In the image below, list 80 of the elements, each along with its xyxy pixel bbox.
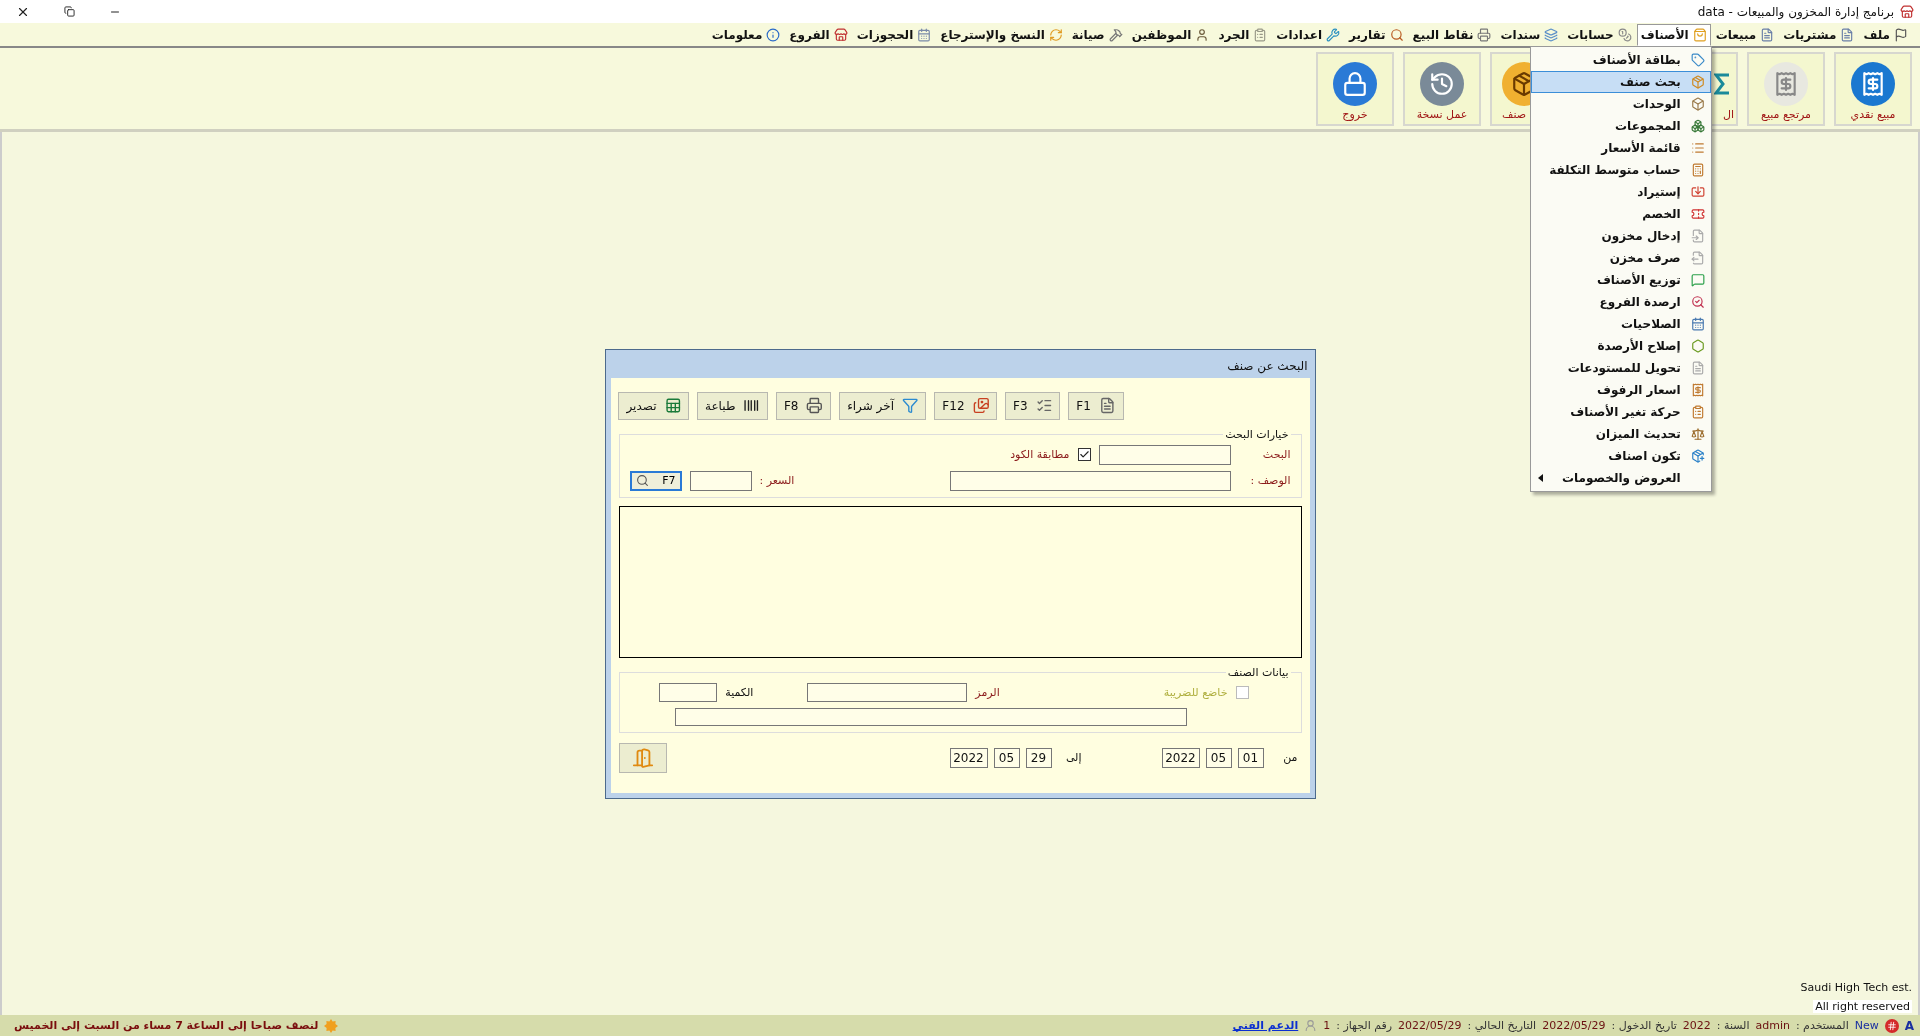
status-value: 2022 [1682, 1019, 1711, 1032]
status-text: New [1854, 1019, 1879, 1032]
status-label: السنة : [1716, 1019, 1750, 1032]
menu-item[interactable]: تقارير [1345, 23, 1408, 46]
dropdown-item[interactable]: توزيع الأصناف [1530, 268, 1711, 291]
dropdown-item[interactable]: بحث صنف [1530, 70, 1711, 93]
dropdown-item[interactable]: تحويل للمستودعات [1530, 356, 1711, 379]
status-label: المستخدم : [1795, 1019, 1849, 1032]
menu-item[interactable]: ملف [1859, 23, 1912, 46]
menu-item[interactable]: صيانة [1067, 23, 1127, 46]
field-label: البحث [1261, 448, 1291, 461]
field-label: الكمية [725, 685, 754, 699]
toolbar-button[interactable]: خروج [1316, 51, 1394, 126]
toolbar-button[interactable]: F8 [775, 391, 832, 420]
menu-item[interactable]: الأصناف [1636, 23, 1711, 46]
toolbar-button[interactable]: مرتجع مبيع [1747, 51, 1825, 126]
month-field[interactable]: 05 [993, 747, 1020, 768]
dropdown-item[interactable]: الصلاحيات [1530, 312, 1711, 335]
toolbar-button[interactable]: آخر شراء [839, 391, 927, 420]
group-legend: خيارات البحث [1223, 427, 1291, 441]
field-label: الوصف : [1249, 474, 1291, 487]
menu-item[interactable]: مشتريات [1779, 23, 1859, 46]
menu-item[interactable]: اعدادات [1272, 23, 1345, 46]
menu-item[interactable]: مبيعات [1711, 23, 1779, 46]
status-value: 1 [1323, 1019, 1331, 1032]
dropdown-item[interactable]: الخصم [1530, 202, 1711, 225]
rights-text: All right reserved [1813, 1000, 1912, 1013]
dropdown-item[interactable]: حركة تغير الأصناف [1530, 400, 1711, 423]
status-label: تاريخ الدخول : [1611, 1019, 1677, 1032]
status-label: التاريخ الحالي : [1467, 1019, 1537, 1032]
mode-indicator: A [1904, 1018, 1914, 1033]
status-value: 2022/05/29 [1542, 1019, 1606, 1032]
toolbar-button[interactable]: طباعة [697, 391, 768, 420]
dropdown-item[interactable]: ارصدة الفروع [1530, 290, 1711, 313]
dropdown-item[interactable]: صرف مخزن [1530, 246, 1711, 269]
dropdown-item[interactable]: تحديث الميزان [1530, 422, 1711, 445]
dropdown-item[interactable]: قائمة الأسعار [1530, 136, 1711, 159]
checkbox-label: مطابقة الكود [1010, 448, 1070, 461]
year-field[interactable]: 2022 [1161, 747, 1200, 768]
dropdown-item[interactable]: تكون اصناف [1530, 444, 1711, 467]
field-label: الرمز [975, 685, 1000, 699]
group-legend: بيانات الصنف [1225, 665, 1291, 679]
menu-item[interactable]: الفروع [785, 23, 852, 46]
dialog-title: البحث عن صنف [1227, 358, 1308, 373]
checkbox-label: خاضع للضريبة [1163, 685, 1228, 699]
menu-item[interactable]: معلومات [707, 23, 785, 46]
search-button[interactable]: F7 [629, 470, 682, 491]
status-value: 2022/05/29 [1398, 1019, 1462, 1032]
day-field[interactable]: 01 [1237, 747, 1264, 768]
dropdown-item[interactable]: اسعار الرفوف [1530, 378, 1711, 401]
dropdown-item[interactable]: إستيراد [1530, 180, 1711, 203]
menu-item[interactable]: النسخ والإسترجاع [936, 23, 1067, 46]
dropdown-item[interactable]: العروض والخصومات [1530, 466, 1711, 489]
toolbar-button[interactable]: F3 [1005, 391, 1061, 420]
dropdown-item[interactable]: إدخال مخزون [1530, 224, 1711, 247]
field-label: السعر : [759, 474, 795, 487]
day-field[interactable]: 29 [1025, 747, 1052, 768]
dropdown-item[interactable]: إصلاح الأرصدة [1530, 334, 1711, 357]
menu-item[interactable]: نقاط البيع [1408, 23, 1496, 46]
toolbar-button[interactable]: F12 [934, 391, 998, 420]
status-label: رقم الجهاز : [1336, 1019, 1393, 1032]
menu-item[interactable]: سندات [1496, 23, 1563, 46]
toolbar-button[interactable]: عمل نسخة [1403, 51, 1481, 126]
dropdown-item[interactable]: حساب متوسط التكلفة [1530, 158, 1711, 181]
month-field[interactable]: 05 [1205, 747, 1232, 768]
date-label: من [1282, 751, 1298, 764]
support-link[interactable]: الدعم الفني [1232, 1019, 1299, 1032]
notice-text: لنصف صباحا إلى الساعة 7 مساء من السبت إلى الخميس [14, 1019, 319, 1032]
year-field[interactable]: 2022 [949, 747, 988, 768]
toolbar-button[interactable]: F1 [1068, 391, 1124, 420]
company-name: Saudi High Tech est. [1800, 981, 1912, 994]
menu-item[interactable]: حسابات [1563, 23, 1636, 46]
toolbar-button[interactable]: تصدير [618, 391, 689, 420]
toolbar-button[interactable]: مبيع نقدي [1834, 51, 1912, 126]
status-value: admin [1755, 1019, 1790, 1032]
date-label: إلى [1064, 751, 1082, 764]
menu-item[interactable]: الموظفين [1127, 23, 1214, 46]
window-title: برنامج إدارة المخزون والمبيعات - data [1697, 4, 1894, 19]
menu-item[interactable]: الحجوزات [852, 23, 936, 46]
menu-item[interactable]: الجرد [1214, 23, 1272, 46]
